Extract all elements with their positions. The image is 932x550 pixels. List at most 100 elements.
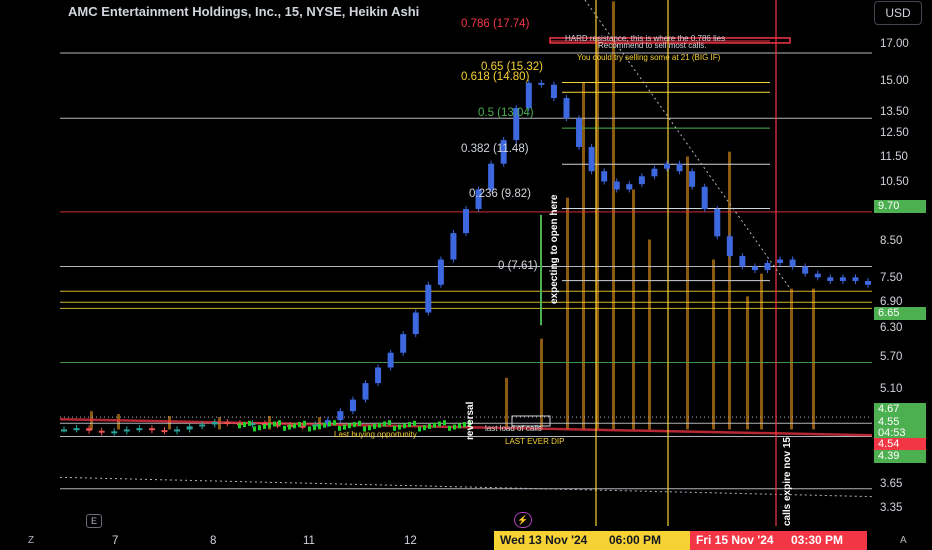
event-icon[interactable]: ⚡ xyxy=(514,512,532,528)
consolidation-candle xyxy=(243,422,246,428)
candle-body xyxy=(802,266,809,274)
currency-button[interactable]: USD xyxy=(874,1,922,25)
candle-body xyxy=(563,98,570,119)
consolidation-candle xyxy=(278,420,281,426)
candle-body xyxy=(764,262,771,271)
earnings-icon[interactable]: E xyxy=(86,514,102,528)
consolidation-candle xyxy=(273,421,276,427)
x-tick: 7 xyxy=(112,535,119,547)
candle-body xyxy=(412,312,419,335)
y-tick: 5.70 xyxy=(880,351,903,363)
fib-label-0: 0 (7.61) xyxy=(498,260,538,272)
volume-bar xyxy=(728,151,731,430)
auto-scale-button[interactable]: A xyxy=(900,535,907,546)
y-tick: 17.00 xyxy=(880,38,909,50)
consolidation-candle xyxy=(428,423,431,429)
volume-bar xyxy=(712,259,715,430)
candle-body xyxy=(525,82,532,109)
consolidation-candle xyxy=(303,420,306,426)
candle-body xyxy=(865,281,871,285)
candle-body xyxy=(362,383,369,400)
candle-body xyxy=(814,273,821,278)
volume-bar xyxy=(760,273,763,430)
y-tick: 5.10 xyxy=(880,383,903,395)
candle-body xyxy=(613,181,620,190)
consolidation-candle xyxy=(268,422,271,428)
candle-body xyxy=(161,430,168,433)
candle-body xyxy=(664,163,670,169)
price-label-support: 4.39 xyxy=(874,450,926,463)
consolidation-candle xyxy=(258,425,261,431)
consolidation-candle xyxy=(263,423,266,429)
candle-body xyxy=(111,431,118,434)
fib-label-0382: 0.382 (11.48) xyxy=(461,143,529,155)
candle-body xyxy=(601,171,608,182)
consolidation-candle xyxy=(293,423,296,429)
fib-label-05: 0.5 (13.04) xyxy=(478,107,534,119)
annotation-calls-expire: calls expire nov 15 xyxy=(782,437,793,526)
y-tick: 15.00 xyxy=(880,75,909,87)
candle-body xyxy=(576,118,583,147)
volume-bar xyxy=(632,189,635,430)
candle-body xyxy=(488,163,495,190)
candle-body xyxy=(224,421,231,424)
x-marker-fri-15-nov: Fri 15 Nov '24 xyxy=(690,531,792,550)
candle-body xyxy=(211,421,218,425)
y-tick: 11.50 xyxy=(880,151,908,163)
y-tick: 6.30 xyxy=(880,322,903,334)
y-tick: 3.65 xyxy=(880,478,903,490)
candle-body xyxy=(839,277,846,282)
volume-bar xyxy=(648,239,651,430)
volume-bar xyxy=(117,414,120,430)
consolidation-candle xyxy=(423,425,426,431)
annotation-recommend: Recommend to sell most calls. xyxy=(598,41,707,50)
consolidation-candle xyxy=(348,423,351,429)
candle-body xyxy=(701,186,708,210)
candle-body xyxy=(651,168,658,177)
candle-body xyxy=(174,429,181,432)
consolidation-candle xyxy=(353,422,356,428)
consolidation-candle xyxy=(458,423,461,429)
candle-body xyxy=(676,163,683,172)
auto-scale-toggle[interactable]: Z xyxy=(28,535,34,546)
candle-body xyxy=(463,209,469,234)
candle-body xyxy=(714,209,721,237)
price-label-high: 4.67 xyxy=(874,403,926,416)
price-label-level: 6.65 xyxy=(874,307,926,320)
annotation-reversal: reversal xyxy=(465,401,476,440)
candle-body xyxy=(61,429,67,432)
consolidation-candle xyxy=(248,420,251,426)
consolidation-candle xyxy=(383,421,386,427)
consolidation-candle xyxy=(443,420,446,426)
consolidation-candle xyxy=(418,426,421,432)
x-tick: 12 xyxy=(404,535,417,547)
consolidation-candle xyxy=(388,420,391,426)
candle-body xyxy=(777,259,784,263)
candle-body xyxy=(626,184,633,190)
candle-body xyxy=(199,424,206,427)
x-tick: 8 xyxy=(210,535,217,547)
volume-bar xyxy=(168,415,171,430)
consolidation-candle xyxy=(398,424,401,430)
candle-body xyxy=(123,429,130,432)
consolidation-candle xyxy=(448,425,451,431)
candle-body xyxy=(751,266,758,271)
candle-body xyxy=(186,426,193,430)
volume-bar xyxy=(812,288,815,430)
candle-body xyxy=(337,411,344,421)
candle-body xyxy=(136,428,143,431)
consolidation-candle xyxy=(308,426,311,432)
candle-body xyxy=(148,428,155,431)
annotation-last-buying: Last buying opportunity xyxy=(334,430,417,439)
y-tick: 3.35 xyxy=(880,502,903,514)
annotation-last-load: last load of calls xyxy=(485,424,542,433)
volume-bar xyxy=(505,377,508,430)
annotation-try-selling: You could try selling some at 21 (BIG IF… xyxy=(577,53,721,62)
candle-body xyxy=(588,146,595,172)
y-tick: 7.50 xyxy=(880,272,903,284)
candle-body xyxy=(400,334,407,353)
fib-label-0236: 0.236 (9.82) xyxy=(469,188,532,200)
consolidation-candle xyxy=(238,423,241,429)
y-tick: 10.50 xyxy=(880,176,909,188)
consolidation-candle xyxy=(298,422,301,428)
